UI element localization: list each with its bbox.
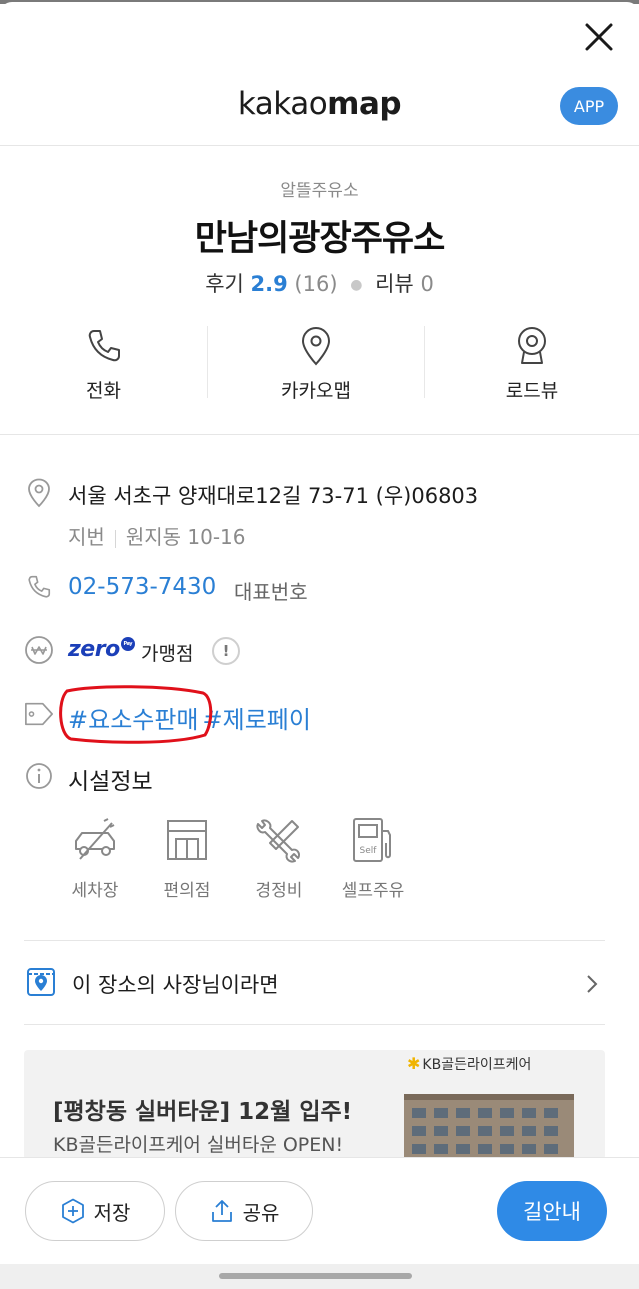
- kakaomap-action[interactable]: 카카오맵: [208, 326, 424, 406]
- zeropay-logo: zero Pay: [68, 637, 135, 662]
- banner-subtitle: KB골든라이프케어 실버타운 OPEN!: [53, 1134, 344, 1156]
- phone-number-link[interactable]: 02-573-7430: [68, 574, 216, 600]
- facility-car-wash: 세차장: [50, 814, 140, 901]
- kakaomap-label: 카카오맵: [281, 380, 351, 402]
- facility-self-fuel: Self 셀프주유: [328, 814, 418, 901]
- red-annotation-circle: [59, 685, 213, 744]
- lot-label: 지번: [68, 525, 105, 549]
- lot-value: 원지동 10-16: [125, 525, 246, 549]
- facility-label: 편의점: [163, 881, 211, 901]
- info-icon: [24, 761, 54, 791]
- facility-title: 시설정보: [68, 769, 153, 795]
- save-plus-icon: [60, 1198, 86, 1224]
- zeropay-badge: Pay: [120, 637, 135, 651]
- share-icon: [209, 1198, 235, 1224]
- svg-text:Self: Self: [360, 846, 378, 856]
- divider: [0, 434, 639, 435]
- divider: [24, 940, 605, 941]
- close-icon: [585, 23, 613, 51]
- route-guide-button[interactable]: 길안내: [497, 1181, 607, 1241]
- save-button[interactable]: 저장: [25, 1181, 165, 1241]
- rating-score: 2.9: [250, 272, 288, 296]
- roadview-action[interactable]: 로드뷰: [425, 326, 639, 406]
- facility-repair: 경정비: [234, 814, 324, 901]
- kakaomap-logo: kakaomap: [237, 86, 402, 122]
- ad-banner[interactable]: ✱ KB골든라이프케어 [평창동 실버타운] 12월 입주! KB골든라이프케어 …: [24, 1050, 605, 1160]
- merchant-label: 가맹점: [141, 643, 194, 665]
- facility-convenience-store: 편의점: [142, 814, 232, 901]
- separator-dot: ●: [350, 277, 363, 293]
- chevron-right-icon[interactable]: [582, 972, 602, 996]
- map-pin-icon: [296, 326, 336, 366]
- divider: [0, 145, 639, 146]
- share-label: 공유: [242, 1200, 280, 1225]
- roadview-label: 로드뷰: [505, 380, 559, 402]
- facility-label: 세차장: [71, 881, 119, 901]
- separator-bar: [114, 529, 116, 548]
- call-action[interactable]: 전화: [0, 326, 207, 406]
- rating-count: (16): [294, 272, 338, 296]
- app-button[interactable]: APP: [560, 87, 618, 125]
- phone-row-icon: [24, 572, 54, 602]
- banner-brand-name: KB골든라이프케어: [422, 1057, 532, 1073]
- review-count: 0: [420, 272, 434, 296]
- rating-label: 후기: [205, 272, 244, 296]
- store-location-icon: [26, 966, 56, 996]
- rating-summary[interactable]: 후기 2.9 (16) ● 리뷰 0: [0, 268, 639, 298]
- owner-claim-link[interactable]: 이 장소의 사장님이라면: [72, 969, 279, 999]
- place-category: 알뜰주유소: [280, 181, 359, 201]
- address-text: 서울 서초구 양재대로12길 73-71 (우)06803: [68, 484, 479, 508]
- save-label: 저장: [93, 1200, 131, 1225]
- close-button[interactable]: [578, 16, 620, 58]
- banner-brand: ✱ KB골든라이프케어: [407, 1054, 531, 1074]
- self-fuel-icon: Self: [347, 814, 399, 866]
- tag-link[interactable]: #제로페이: [203, 706, 311, 734]
- zeropay-wordmark: zero: [68, 637, 120, 662]
- call-label: 전화: [86, 380, 121, 402]
- facility-label: 셀프주유: [341, 881, 405, 901]
- share-button[interactable]: 공유: [175, 1181, 313, 1241]
- won-coin-icon: [24, 635, 54, 665]
- facility-label: 경정비: [255, 881, 303, 901]
- place-title: 만남의광장주유소: [194, 219, 446, 259]
- info-notice-icon[interactable]: !: [212, 637, 240, 665]
- kb-star-icon: ✱: [407, 1054, 421, 1073]
- divider: [24, 1024, 605, 1025]
- review-label: 리뷰: [375, 272, 414, 296]
- lot-address: 지번 원지동 10-16: [68, 521, 246, 550]
- convenience-store-icon: [161, 814, 213, 866]
- phone-description: 대표번호: [234, 580, 308, 604]
- phone-icon: [84, 326, 124, 366]
- repair-tools-icon: [253, 814, 305, 866]
- building-image: [404, 1094, 574, 1160]
- banner-title: [평창동 실버타운] 12월 입주!: [53, 1099, 353, 1125]
- car-wash-icon: [69, 814, 121, 866]
- tag-icon: [24, 699, 54, 729]
- roadview-icon: [512, 326, 552, 366]
- home-indicator[interactable]: [219, 1273, 412, 1279]
- location-icon: [24, 478, 54, 508]
